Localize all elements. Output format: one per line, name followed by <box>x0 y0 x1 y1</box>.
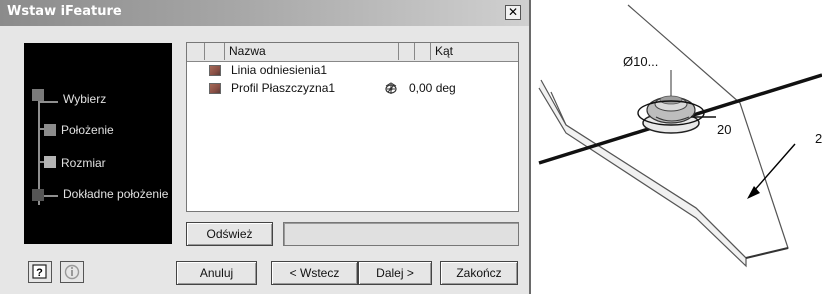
dialog-title: Wstaw iFeature <box>7 4 122 19</box>
cancel-button[interactable]: Anuluj <box>176 261 257 285</box>
back-button[interactable]: < Wstecz <box>271 261 358 285</box>
sketch-feature-icon <box>209 65 221 76</box>
close-button[interactable]: ✕ <box>505 5 521 20</box>
step-marker-polozenie <box>44 124 56 136</box>
step-rozmiar[interactable]: Rozmiar <box>61 156 106 170</box>
header-spacer <box>187 43 205 60</box>
info-button[interactable] <box>60 261 84 283</box>
table-row[interactable]: Profil Płaszczyzna1 0,00 deg <box>187 80 518 97</box>
step-connector <box>38 101 58 103</box>
row-name: Linia odniesienia1 <box>231 63 328 77</box>
status-field <box>283 222 519 246</box>
step-wybierz[interactable]: Wybierz <box>63 92 106 106</box>
svg-text:?: ? <box>36 267 43 279</box>
table-header: Nazwa Kąt <box>187 43 518 62</box>
sketch-feature-icon <box>209 83 221 94</box>
header-spacer <box>415 43 431 60</box>
diameter-dimension: Ø10... <box>623 54 659 69</box>
part-model-illustration <box>538 4 822 268</box>
insert-ifeature-dialog: Wstaw iFeature ✕ Wybierz Położenie Rozmi… <box>0 0 531 294</box>
header-spacer <box>205 43 225 60</box>
title-bar[interactable]: Wstaw iFeature ✕ <box>0 0 529 26</box>
column-header-kat[interactable]: Kąt <box>431 43 519 60</box>
step-marker-rozmiar <box>44 156 56 168</box>
step-marker-wybierz <box>32 89 44 101</box>
row-name: Profil Płaszczyzna1 <box>231 81 336 95</box>
table-row[interactable]: Linia odniesienia1 <box>187 62 518 79</box>
header-spacer <box>399 43 415 60</box>
model-viewport[interactable]: Ø10... 20 2 <box>531 0 822 294</box>
close-icon: ✕ <box>507 5 519 19</box>
column-header-nazwa[interactable]: Nazwa <box>225 43 399 60</box>
step-dokladne-polozenie[interactable]: Dokładne położenie <box>63 187 168 201</box>
info-icon <box>64 264 80 280</box>
depth-dimension: 20 <box>717 122 732 137</box>
rotate-plane-icon[interactable] <box>383 80 399 96</box>
help-button[interactable]: ? <box>28 261 52 283</box>
parameter-table: Nazwa Kąt Linia odniesienia1 Profil Płas… <box>186 42 519 212</box>
refresh-button[interactable]: Odśwież <box>186 222 273 246</box>
step-marker-dokladne-polozenie <box>32 189 44 201</box>
question-icon: ? <box>32 264 47 279</box>
next-button[interactable]: Dalej > <box>358 261 432 285</box>
finish-button[interactable]: Zakończ <box>440 261 518 285</box>
edge-callout: 2 <box>815 131 822 146</box>
step-polozenie[interactable]: Położenie <box>61 123 114 137</box>
wizard-steps-panel: Wybierz Położenie Rozmiar Dokładne położ… <box>24 43 172 244</box>
row-angle[interactable]: 0,00 deg <box>409 81 456 95</box>
